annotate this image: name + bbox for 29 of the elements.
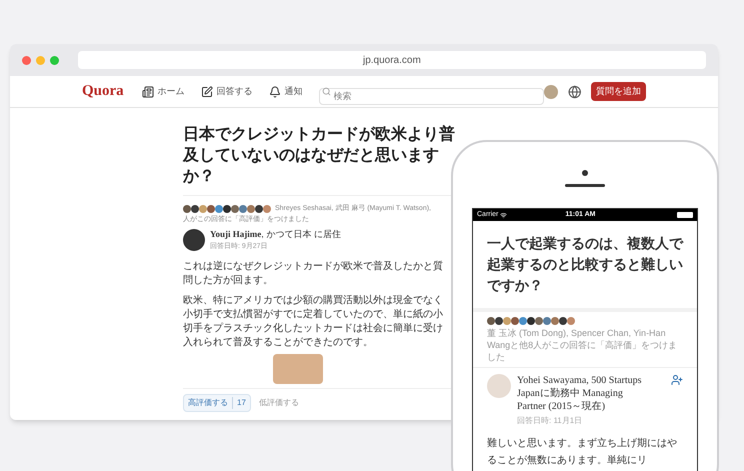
follow-icon[interactable] [671, 374, 683, 386]
author-avatar[interactable] [183, 229, 205, 251]
answer-text: 難しいと思います。まず立ち上げ期にはやることが無数にあります。単純にリ [487, 436, 678, 468]
profile-avatar[interactable] [544, 84, 558, 98]
newspaper-icon [142, 86, 154, 98]
answer-paragraph: 欧米、特にアメリカでは少額の購買活動以外は現金でなく小切手で支払慣習がすでに定着していたので、単に紙の小切手をプラスチック化したットカードは社会に簡単に受け入れられて普及することができたのです。 [183, 294, 444, 350]
author-credential[interactable]: Yohei Sawayama, 500 Startups Japanに勤務中 Managing Partner (2015～現在) [517, 374, 647, 413]
nav-link[interactable]: 通知 [268, 84, 303, 98]
logo[interactable]: Quora [82, 80, 124, 103]
address-bar[interactable]: jp.quora.com [78, 51, 706, 69]
upvote-button[interactable]: 高評価する 17 [183, 394, 251, 412]
pencil-square-icon [200, 86, 213, 98]
globe-icon[interactable] [568, 84, 582, 98]
speaker-icon [565, 184, 605, 187]
upvoter-names: 董 玉冰 (Tom Dong), Spencer Chan, Yin-Han Wangと他8人がこの回答に「高評価」をつけました [487, 327, 678, 363]
author-credential[interactable]: Youji Hajime, かつて日本 に居住 [210, 228, 341, 242]
nav-link[interactable]: 回答する [200, 84, 253, 98]
upvote-count: 17 [232, 397, 246, 409]
answer-paragraph: これは逆になぜクレジットカードが欧米で普及したかと質問した方が回 ます。 [183, 260, 444, 288]
battery-icon [677, 212, 693, 218]
nav-link[interactable]: ホーム [142, 84, 185, 98]
search-field[interactable]: 検索 [318, 88, 544, 104]
wifi-icon [500, 212, 508, 218]
camera-icon [582, 170, 588, 176]
answer-date: 回答日時: 11月1日 [517, 415, 584, 427]
search-icon [322, 87, 331, 96]
bell-icon [268, 86, 281, 98]
photo-placeholder [273, 354, 323, 384]
add-question-button[interactable]: 質問を追加 [591, 82, 646, 102]
